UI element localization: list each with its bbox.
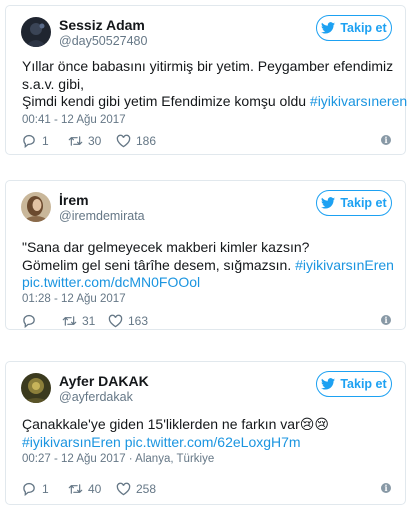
hashtag-link[interactable]: #iyikivarsınEren (295, 257, 394, 273)
reply-button[interactable]: 1 (22, 482, 49, 496)
reply-icon (23, 135, 35, 148)
tweet-card: Sessiz Adam @day50527480 Takip et Yıllar… (5, 5, 407, 155)
like-button[interactable]: 163 (108, 314, 148, 328)
info-icon[interactable]: i (381, 315, 391, 325)
author-name[interactable]: Sessiz Adam (59, 17, 145, 33)
tweet-line: #iyikivarsınEren pic.twitter.com/62eLoxg… (22, 434, 393, 452)
retweet-icon (68, 484, 83, 494)
retweet-button[interactable]: 31 (62, 314, 95, 328)
tweet-line: "Sana dar gelmeyecek makberi kimler kazs… (22, 239, 310, 255)
heart-icon (116, 482, 131, 496)
tweet-line-text: Şimdi kendi gibi yetim Efendimize komşu … (22, 93, 310, 109)
retweet-icon (68, 136, 83, 146)
tweet-actions: 31 163 i (22, 314, 391, 330)
hashtag-link[interactable]: #iyikivarsıneren (310, 93, 407, 109)
retweet-button[interactable]: 40 (68, 482, 101, 496)
reply-count: 1 (42, 482, 49, 496)
tweet-line-text: Çanakkale'ye giden 15'liklerden ne farkı… (22, 416, 300, 432)
tweet-text: "Sana dar gelmeyecek makberi kimler kazs… (22, 239, 394, 292)
tweet-line: s.a.v. gibi, (22, 75, 84, 92)
tweet-timestamp[interactable]: 00:41 - 12 Ağu 2017 (22, 114, 126, 126)
tweet-actions: 1 40 258 i (22, 482, 391, 498)
author-name[interactable]: İrem (59, 192, 89, 208)
reply-button[interactable] (22, 314, 42, 328)
hashtag-link[interactable]: #iyikivarsınEren (22, 434, 121, 450)
follow-button[interactable]: Takip et (316, 15, 392, 41)
tweet-line: Şimdi kendi gibi yetim Efendimize komşu … (22, 93, 407, 111)
like-count: 163 (128, 314, 149, 328)
reply-count: 1 (42, 134, 49, 148)
tweet-line-text: Gömelim gel seni târîhe desem, sığmazsın… (22, 256, 296, 273)
heart-icon (116, 134, 131, 148)
info-icon[interactable]: i (381, 483, 391, 493)
tweet-line: Gömelim gel seni târîhe desem, sığmazsın… (22, 256, 394, 275)
tweet-text: Yıllar önce babasını yitirmiş bir yetim.… (22, 58, 407, 111)
author-name[interactable]: Ayfer DAKAK (59, 373, 149, 389)
tweet-timestamp[interactable]: 01:28 - 12 Ağu 2017 (22, 293, 126, 305)
like-button[interactable]: 258 (116, 482, 156, 496)
retweet-count: 40 (88, 482, 102, 496)
tweet-card: Ayfer DAKAK @ayferdakak Takip et Çanakka… (5, 361, 406, 505)
tweet-card: İrem @iremdemirata Takip et "Sana dar ge… (5, 180, 406, 330)
reply-button[interactable]: 1 (22, 134, 49, 148)
tweet-timestamp[interactable]: 00:27 - 12 Ağu 2017 · Alanya, Türkiye (22, 453, 214, 465)
like-count: 186 (136, 134, 157, 148)
retweet-button[interactable]: 30 (68, 134, 101, 148)
author-handle[interactable]: @ayferdakak (59, 390, 133, 404)
info-icon[interactable]: i (381, 135, 391, 145)
retweet-count: 31 (82, 314, 96, 328)
media-link[interactable]: pic.twitter.com/dcMN0FOOol (22, 274, 393, 292)
like-count: 258 (136, 482, 157, 496)
tweet-actions: 1 30 186 i (22, 134, 391, 150)
tweet-text: Çanakkale'ye giden 15'liklerden ne farkı… (22, 416, 393, 451)
avatar[interactable] (21, 192, 51, 222)
follow-label: Takip et (340, 377, 387, 391)
author-handle[interactable]: @iremdemirata (59, 209, 145, 223)
follow-button[interactable]: Takip et (316, 371, 392, 397)
crying-face-emoji: 😢😢 (299, 416, 329, 432)
avatar[interactable] (21, 373, 51, 403)
author-handle[interactable]: @day50527480 (59, 34, 147, 48)
follow-label: Takip et (340, 21, 387, 35)
reply-icon (23, 315, 35, 328)
follow-label: Takip et (340, 196, 387, 210)
follow-button[interactable]: Takip et (316, 190, 392, 216)
twitter-bird-icon (321, 197, 336, 209)
reply-icon (23, 483, 35, 496)
tweet-line: Çanakkale'ye giden 15'liklerden ne farkı… (22, 416, 393, 434)
retweet-count: 30 (88, 134, 102, 148)
media-link[interactable]: pic.twitter.com/62eLoxgH7m (125, 434, 301, 450)
retweet-icon (62, 316, 77, 326)
twitter-bird-icon (321, 378, 336, 390)
heart-icon (108, 314, 123, 328)
twitter-bird-icon (321, 22, 336, 34)
tweet-line: Yıllar önce babasını yitirmiş bir yetim.… (22, 58, 394, 74)
like-button[interactable]: 186 (116, 134, 156, 148)
avatar[interactable] (21, 17, 51, 47)
